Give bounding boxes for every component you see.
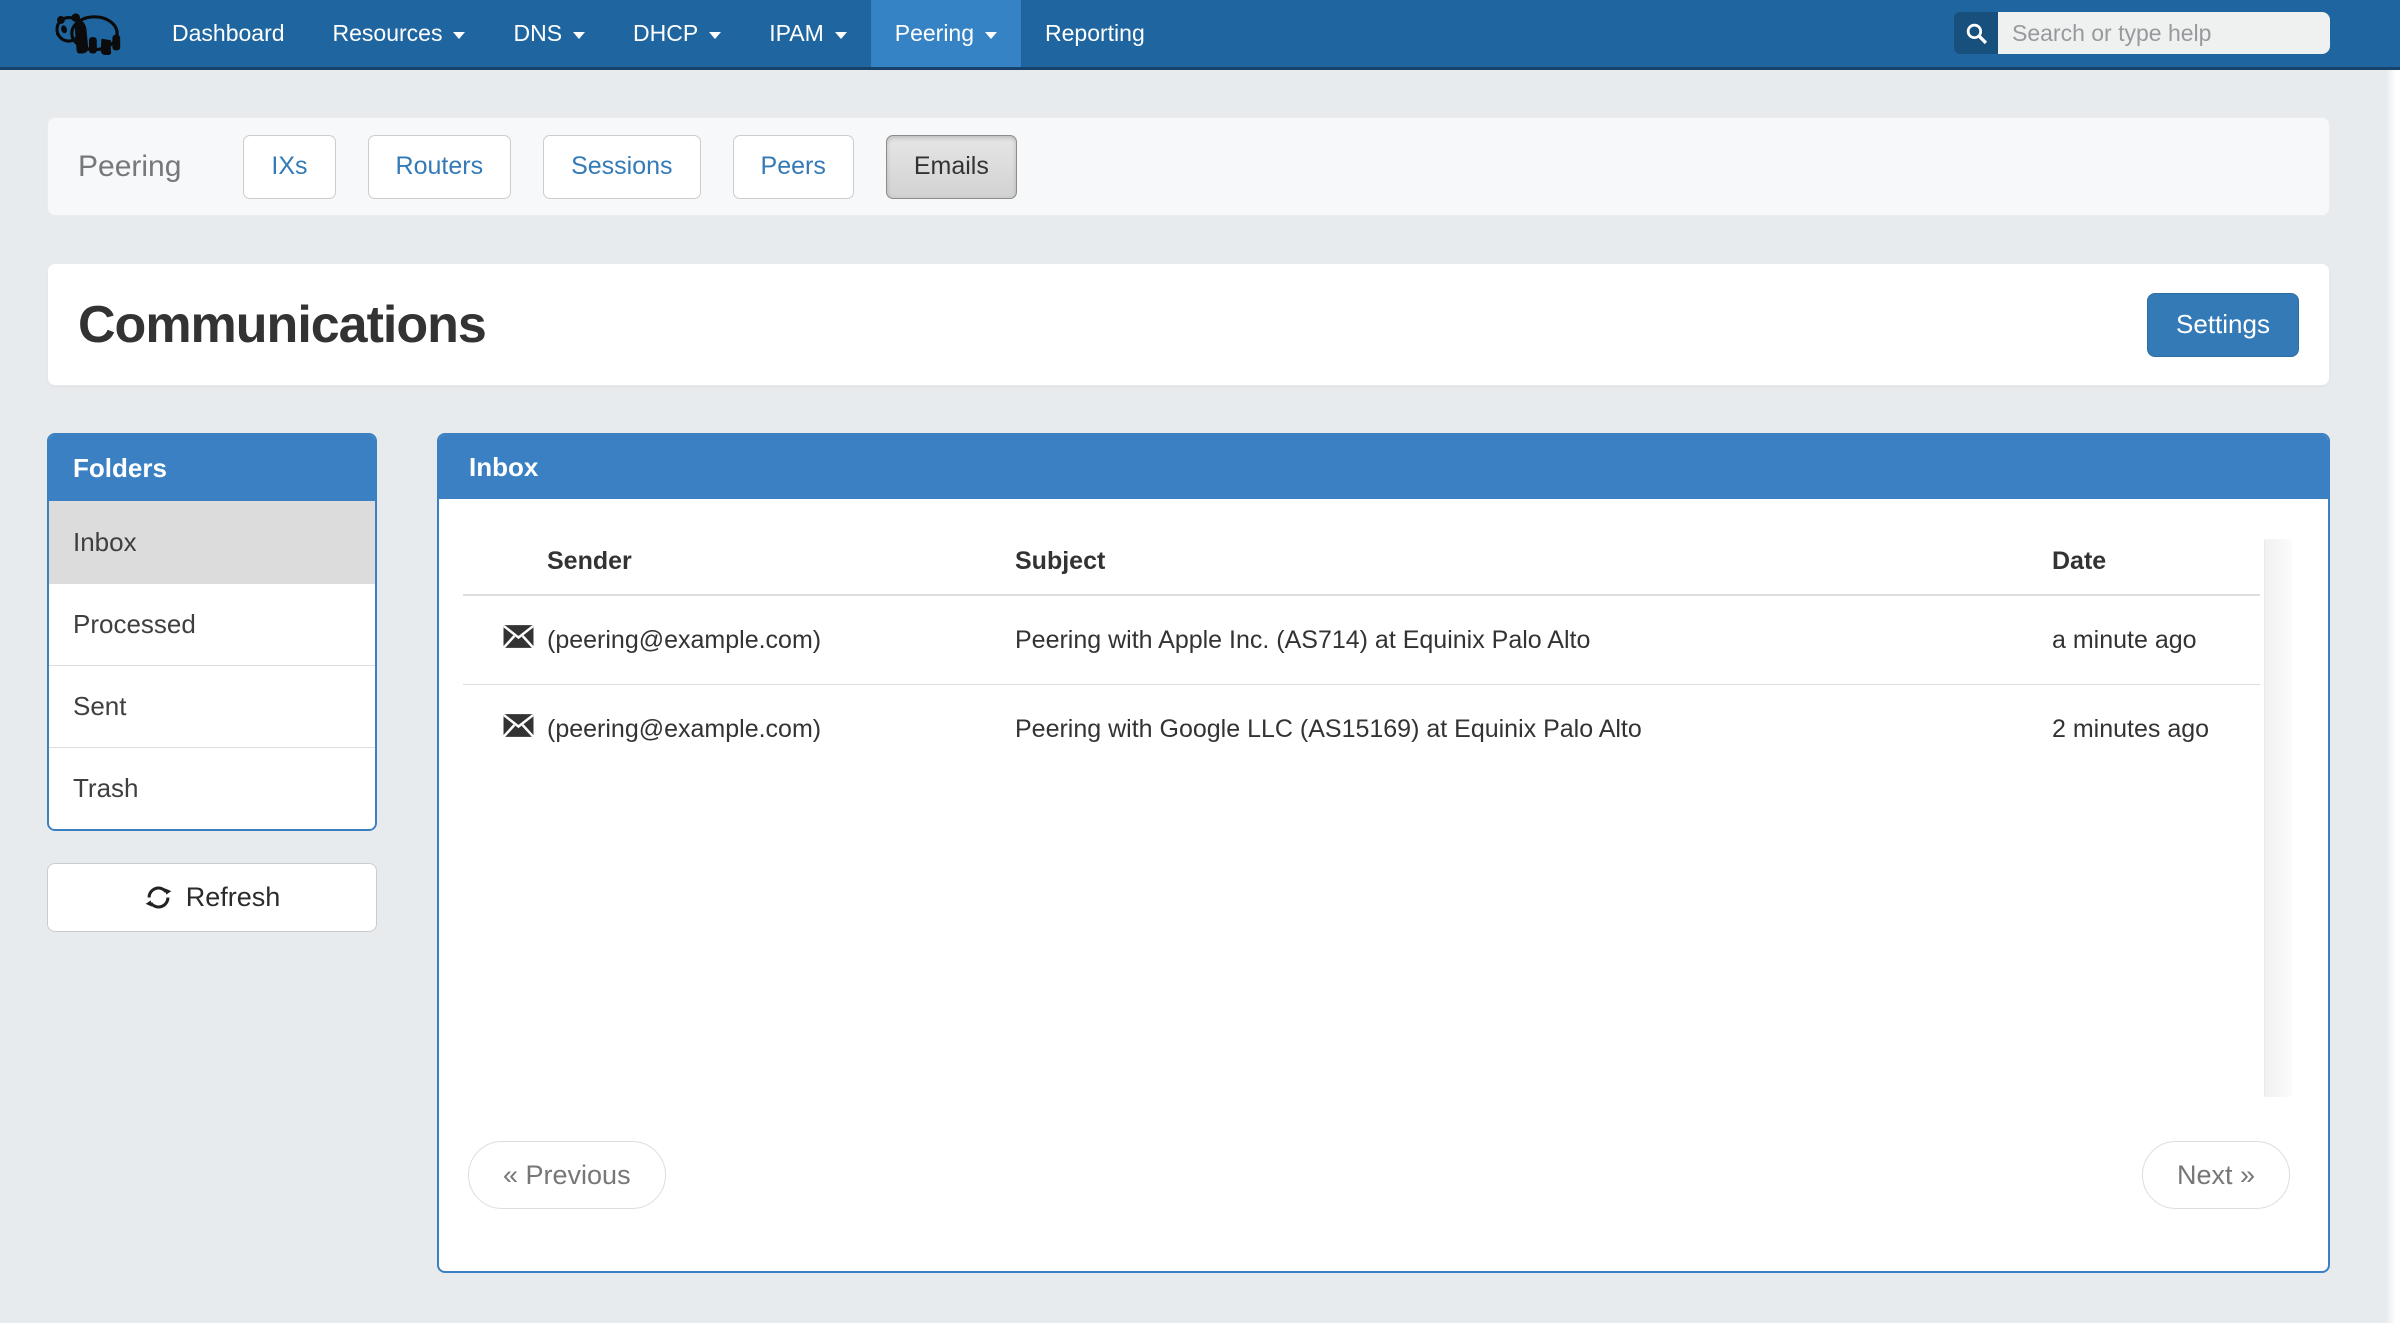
folders-panel-title: Folders xyxy=(49,435,375,501)
caret-down-icon xyxy=(453,32,465,39)
search-input[interactable] xyxy=(1998,12,2330,54)
caret-down-icon xyxy=(835,32,847,39)
folder-item-trash[interactable]: Trash xyxy=(49,747,375,829)
nav-item-reporting[interactable]: Reporting xyxy=(1021,0,1169,67)
mail-row-icon-cell xyxy=(463,685,547,774)
column-header-subject: Subject xyxy=(1015,527,2052,595)
mail-row-date: a minute ago xyxy=(2052,595,2260,685)
subnav-section-label: Peering xyxy=(78,150,181,184)
folder-item-label: Inbox xyxy=(73,527,137,558)
page-scrollbar[interactable] xyxy=(2386,70,2400,1323)
table-scrollbar[interactable] xyxy=(2264,539,2292,1097)
page-header-panel: Communications Settings xyxy=(47,263,2330,386)
column-header-date: Date xyxy=(2052,527,2260,595)
caret-down-icon xyxy=(985,32,997,39)
folder-item-label: Trash xyxy=(73,773,139,804)
folders-panel: Folders Inbox Processed Sent Trash xyxy=(47,433,377,831)
nav-item-dhcp[interactable]: DHCP xyxy=(609,0,745,67)
nav-item-label: Dashboard xyxy=(172,20,285,47)
inbox-panel: Inbox Sender Subject Date xyxy=(437,433,2330,1273)
nav-item-label: Resources xyxy=(333,20,443,47)
caret-down-icon xyxy=(573,32,585,39)
nav-item-label: Reporting xyxy=(1045,20,1145,47)
tab-routers[interactable]: Routers xyxy=(368,135,512,199)
inbox-panel-title: Inbox xyxy=(439,435,2328,499)
nav-item-label: Peering xyxy=(895,20,974,47)
mail-row-subject: Peering with Google LLC (AS15169) at Equ… xyxy=(1015,685,2052,774)
column-header-icon xyxy=(463,527,547,595)
folder-item-processed[interactable]: Processed xyxy=(49,583,375,665)
nav-item-peering[interactable]: Peering xyxy=(871,0,1021,67)
folder-item-label: Sent xyxy=(73,691,127,722)
refresh-icon xyxy=(144,883,173,912)
mail-row-date: 2 minutes ago xyxy=(2052,685,2260,774)
mail-row-sender: (peering@example.com) xyxy=(547,595,1015,685)
top-navbar: Dashboard Resources DNS DHCP IPAM Peerin… xyxy=(0,0,2400,70)
tab-emails[interactable]: Emails xyxy=(886,135,1017,199)
nav-item-resources[interactable]: Resources xyxy=(309,0,490,67)
settings-button[interactable]: Settings xyxy=(2147,293,2299,357)
mail-row[interactable]: (peering@example.com) Peering with Googl… xyxy=(463,685,2260,774)
peering-subnav: Peering IXs Routers Sessions Peers Email… xyxy=(47,117,2330,216)
nav-item-label: IPAM xyxy=(769,20,824,47)
refresh-button[interactable]: Refresh xyxy=(47,863,377,932)
envelope-icon xyxy=(503,713,534,738)
mail-row-subject: Peering with Apple Inc. (AS714) at Equin… xyxy=(1015,595,2052,685)
previous-page-button[interactable]: « Previous xyxy=(468,1141,666,1209)
content-area: Folders Inbox Processed Sent Trash Refre… xyxy=(47,433,2330,1273)
nav-item-dashboard[interactable]: Dashboard xyxy=(148,0,309,67)
nav-item-dns[interactable]: DNS xyxy=(489,0,609,67)
tab-peers[interactable]: Peers xyxy=(733,135,854,199)
pagination: « Previous Next » xyxy=(468,1141,2290,1209)
tab-ixs[interactable]: IXs xyxy=(243,135,335,199)
folder-item-sent[interactable]: Sent xyxy=(49,665,375,747)
refresh-button-label: Refresh xyxy=(186,882,281,913)
caret-down-icon xyxy=(709,32,721,39)
mail-table-header-row: Sender Subject Date xyxy=(463,527,2260,595)
mail-row[interactable]: (peering@example.com) Peering with Apple… xyxy=(463,595,2260,685)
nav-item-label: DNS xyxy=(513,20,562,47)
envelope-icon xyxy=(503,624,534,649)
search-icon xyxy=(1965,22,1988,45)
mail-table-container: Sender Subject Date xyxy=(463,527,2304,1097)
folder-item-label: Processed xyxy=(73,609,196,640)
mail-table: Sender Subject Date xyxy=(463,527,2260,773)
next-page-button[interactable]: Next » xyxy=(2142,1141,2290,1209)
folder-item-inbox[interactable]: Inbox xyxy=(49,501,375,583)
tab-sessions[interactable]: Sessions xyxy=(543,135,700,199)
folders-column: Folders Inbox Processed Sent Trash Refre… xyxy=(47,433,377,932)
page-title: Communications xyxy=(78,295,486,355)
panda-logo[interactable] xyxy=(0,0,148,67)
panda-icon xyxy=(50,7,128,61)
mail-row-icon-cell xyxy=(463,595,547,685)
nav-item-ipam[interactable]: IPAM xyxy=(745,0,871,67)
inbox-panel-body: Sender Subject Date xyxy=(439,499,2328,1273)
navbar-search xyxy=(1954,12,2330,54)
mail-row-sender: (peering@example.com) xyxy=(547,685,1015,774)
column-header-sender: Sender xyxy=(547,527,1015,595)
nav-item-label: DHCP xyxy=(633,20,698,47)
search-button[interactable] xyxy=(1954,12,1998,54)
